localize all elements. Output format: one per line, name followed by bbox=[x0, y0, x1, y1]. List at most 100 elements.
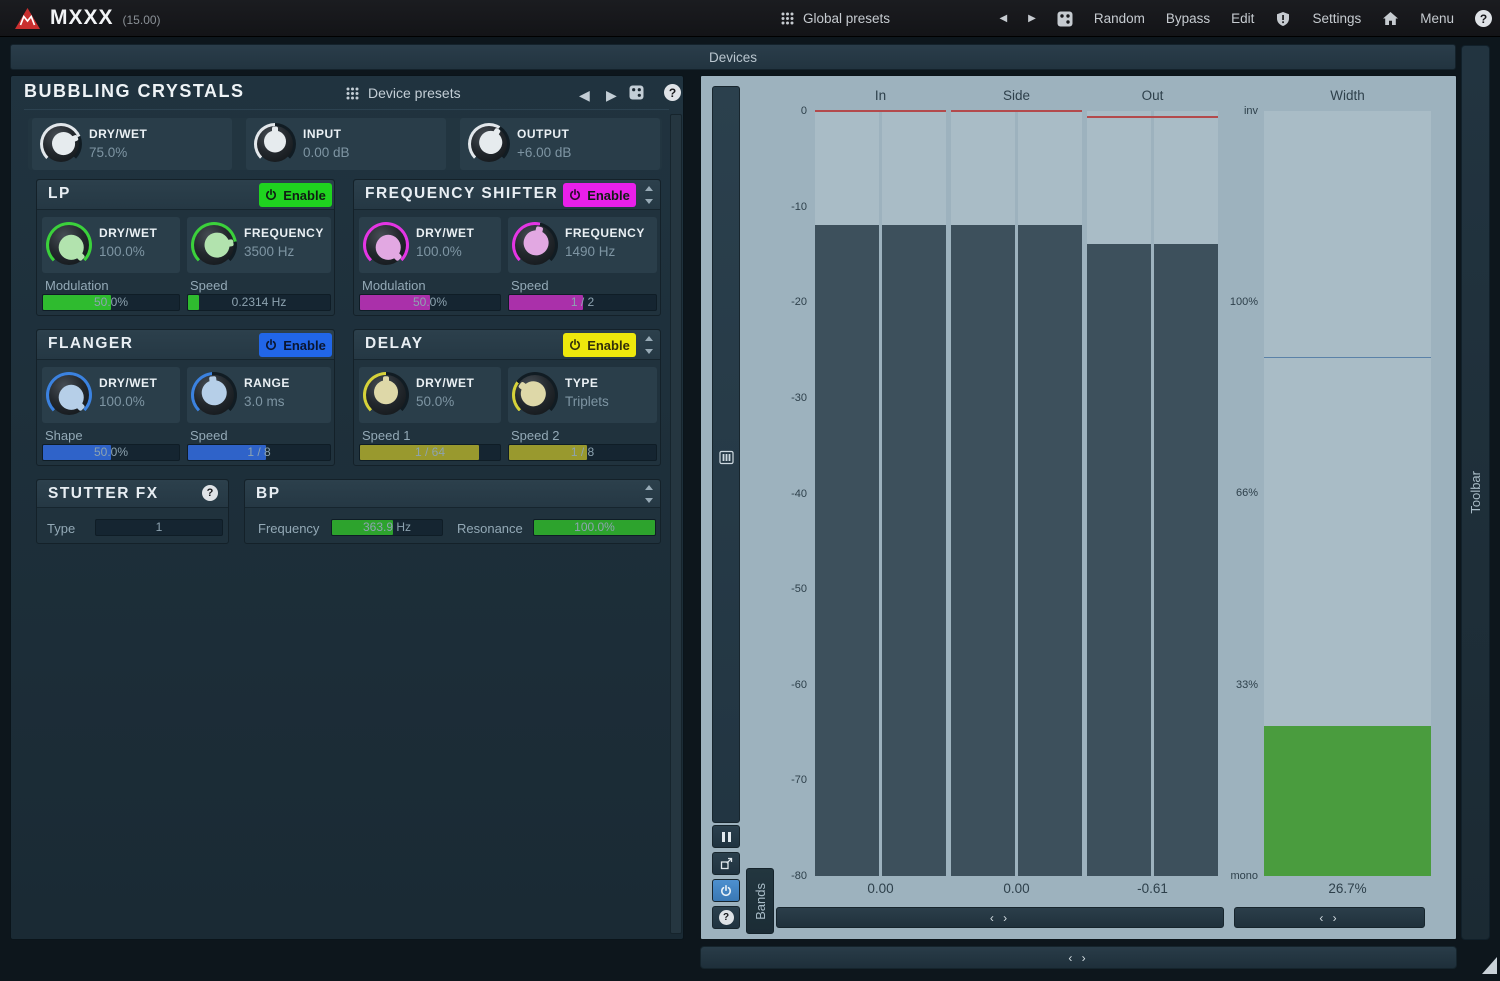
slider-value: 50.0% bbox=[43, 445, 179, 460]
module-title: STUTTER FX bbox=[48, 485, 159, 503]
power-icon bbox=[265, 189, 277, 201]
freq-shifter-enable-button[interactable]: Enable bbox=[563, 183, 636, 207]
device-random-dice-icon[interactable] bbox=[629, 85, 644, 100]
meter-value-in: 0.00 bbox=[815, 881, 946, 896]
prev-preset-button[interactable]: ◀ bbox=[999, 13, 1007, 24]
divider bbox=[24, 109, 669, 110]
pause-icon bbox=[722, 832, 731, 842]
settings-button[interactable]: Settings bbox=[1312, 11, 1361, 26]
melda-logo-icon bbox=[14, 7, 41, 30]
module-bp: BP Frequency 363.9 Hz Resonance 100.0% bbox=[244, 479, 661, 544]
flanger-shape-slider[interactable]: 50.0% bbox=[42, 444, 180, 461]
slider-value: 363.9 Hz bbox=[332, 520, 442, 535]
enable-label: Enable bbox=[283, 188, 326, 203]
meter-bar-side-right bbox=[1018, 111, 1082, 876]
menu-button[interactable]: Menu bbox=[1420, 11, 1454, 26]
global-presets-button[interactable]: Global presets bbox=[781, 0, 890, 37]
fs-frequency-knob[interactable] bbox=[512, 222, 558, 268]
alert-shield-icon[interactable] bbox=[1275, 11, 1291, 27]
help-icon[interactable]: ? bbox=[1475, 10, 1492, 27]
scrollbar-arrows-icon: ‹ › bbox=[990, 911, 1010, 925]
output-knob[interactable] bbox=[468, 123, 510, 165]
db-scale-label: -60 bbox=[759, 679, 807, 691]
knob-group: DRY/WET 100.0% bbox=[42, 217, 180, 273]
width-scrollbar[interactable]: ‹ › bbox=[1234, 907, 1425, 928]
lp-drywet-knob[interactable] bbox=[46, 222, 92, 268]
power-icon bbox=[265, 339, 277, 351]
lp-speed-slider[interactable]: 0.2314 Hz bbox=[187, 294, 331, 311]
stutter-type-slider[interactable]: 1 bbox=[95, 519, 223, 536]
device-panel-scrollbar[interactable] bbox=[670, 114, 682, 934]
module-stepper[interactable] bbox=[643, 485, 655, 503]
flanger-range-knob[interactable] bbox=[191, 372, 237, 418]
analyzer-power-button[interactable] bbox=[712, 879, 740, 902]
bottom-scrollbar[interactable]: ‹ › bbox=[700, 946, 1457, 969]
slider-label: Speed bbox=[511, 278, 549, 293]
meters-scrollbar[interactable]: ‹ › bbox=[776, 907, 1224, 928]
slider-label: Speed 2 bbox=[511, 428, 559, 443]
width-peak-line bbox=[1264, 357, 1431, 358]
lp-modulation-slider[interactable]: 50.0% bbox=[42, 294, 180, 311]
delay-type-knob[interactable] bbox=[512, 372, 558, 418]
device-presets-button[interactable]: Device presets bbox=[346, 76, 461, 110]
module-stepper[interactable] bbox=[643, 336, 655, 354]
delay-speed1-slider[interactable]: 1 / 64 bbox=[359, 444, 501, 461]
power-icon bbox=[569, 189, 581, 201]
power-icon bbox=[569, 339, 581, 351]
random-button[interactable]: Random bbox=[1094, 11, 1145, 26]
module-title: DELAY bbox=[365, 335, 424, 353]
tab-toolbar[interactable]: Toolbar bbox=[1461, 45, 1490, 940]
db-scale-label: -40 bbox=[759, 488, 807, 500]
analyzer-zoom-slider[interactable] bbox=[712, 86, 740, 823]
device-presets-label: Device presets bbox=[368, 85, 461, 101]
power-icon bbox=[720, 885, 732, 897]
param-label: Frequency bbox=[258, 521, 319, 536]
lp-enable-button[interactable]: Enable bbox=[259, 183, 332, 207]
fs-modulation-slider[interactable]: 50.0% bbox=[359, 294, 501, 311]
pause-button[interactable] bbox=[712, 825, 740, 848]
delay-enable-button[interactable]: Enable bbox=[563, 333, 636, 357]
analyzer-help-button[interactable]: ? bbox=[712, 906, 740, 929]
fs-speed-slider[interactable]: 1 / 2 bbox=[508, 294, 657, 311]
device-next-button[interactable]: ▶ bbox=[606, 87, 617, 104]
knob-group: DRY/WET 100.0% bbox=[42, 367, 180, 423]
bp-resonance-slider[interactable]: 100.0% bbox=[533, 519, 656, 536]
device-prev-button[interactable]: ◀ bbox=[579, 87, 590, 104]
module-stepper[interactable] bbox=[643, 186, 655, 204]
bp-frequency-slider[interactable]: 363.9 Hz bbox=[331, 519, 443, 536]
db-scale-label: -80 bbox=[759, 870, 807, 882]
module-title: BP bbox=[256, 485, 281, 503]
flanger-speed-slider[interactable]: 1 / 8 bbox=[187, 444, 331, 461]
window-resize-grip[interactable] bbox=[1482, 957, 1497, 974]
flanger-drywet-knob[interactable] bbox=[46, 372, 92, 418]
knob-label: DRY/WET bbox=[99, 376, 157, 390]
title-bar: MXXX (15.00) Global presets ◀ ▶ Random B… bbox=[0, 0, 1500, 37]
next-preset-button[interactable]: ▶ bbox=[1028, 13, 1036, 24]
knob-value: 1490 Hz bbox=[565, 244, 615, 259]
delay-speed2-slider[interactable]: 1 / 8 bbox=[508, 444, 657, 461]
enable-label: Enable bbox=[283, 338, 326, 353]
home-icon[interactable] bbox=[1382, 11, 1399, 26]
grid-icon bbox=[346, 87, 359, 100]
random-dice-icon[interactable] bbox=[1057, 11, 1073, 27]
meter-bar-in-right bbox=[882, 111, 946, 876]
flanger-enable-button[interactable]: Enable bbox=[259, 333, 332, 357]
drywet-knob[interactable] bbox=[40, 123, 82, 165]
toolbar-tab-label: Toolbar bbox=[1468, 471, 1483, 514]
knob-label: INPUT bbox=[303, 127, 342, 141]
bypass-button[interactable]: Bypass bbox=[1166, 11, 1210, 26]
tab-devices[interactable]: Devices bbox=[10, 44, 1456, 70]
device-help-icon[interactable]: ? bbox=[664, 84, 681, 101]
device-main-controls: DRY/WET 75.0% INPUT 0.00 dB OUTPUT +6.00… bbox=[28, 118, 662, 170]
slider-label: Speed bbox=[190, 428, 228, 443]
edit-button[interactable]: Edit bbox=[1231, 11, 1254, 26]
slider-value: 0.2314 Hz bbox=[188, 295, 330, 310]
delay-drywet-knob[interactable] bbox=[363, 372, 409, 418]
knob-group: DRY/WET 100.0% bbox=[359, 217, 501, 273]
lp-frequency-knob[interactable] bbox=[191, 222, 237, 268]
stutter-help-icon[interactable]: ? bbox=[202, 485, 218, 501]
meter-value-out: -0.61 bbox=[1087, 881, 1218, 896]
fs-drywet-knob[interactable] bbox=[363, 222, 409, 268]
popout-button[interactable] bbox=[712, 852, 740, 875]
input-knob[interactable] bbox=[254, 123, 296, 165]
